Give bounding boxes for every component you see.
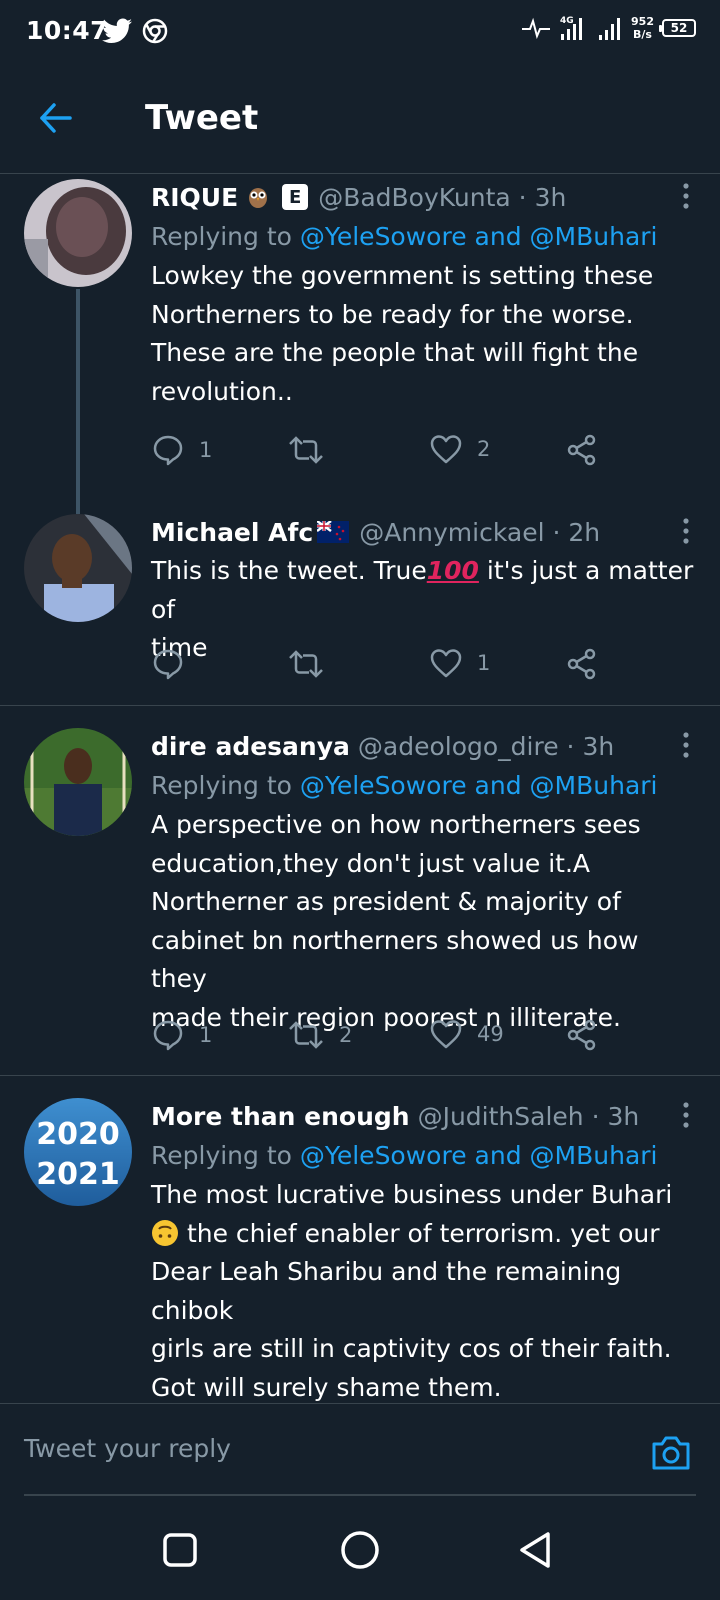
share-icon (567, 434, 596, 466)
mention-link[interactable]: @YeleSowore (300, 222, 467, 251)
display-name[interactable]: RIQUE (151, 183, 238, 212)
tweet-actions: 1 2 49 (151, 1018, 621, 1054)
display-name[interactable]: dire adesanya (151, 732, 350, 761)
mention-link[interactable]: @YeleSowore (300, 1141, 467, 1170)
avatar[interactable]: 2020 2021 (24, 1098, 132, 1206)
reply-composer: Tweet your reply (0, 1403, 720, 1498)
user-handle[interactable]: @BadBoyKunta (318, 183, 511, 212)
more-vert-icon[interactable] (674, 516, 698, 546)
arrow-left-icon[interactable] (38, 100, 74, 136)
tweet-time: 2h (568, 517, 601, 547)
like-button[interactable]: 2 (429, 433, 490, 465)
mention-link[interactable]: @MBuhari (530, 771, 658, 800)
more-vert-icon[interactable] (674, 730, 698, 760)
tweet-item[interactable]: Michael Afc @Annymickael · 2h This is th… (0, 510, 720, 706)
heart-icon (430, 435, 462, 464)
upside-down-face-emoji-icon (152, 1219, 178, 1246)
camera-icon[interactable] (650, 1434, 692, 1472)
recent-apps-icon[interactable] (158, 1528, 202, 1572)
signal-bars-icon (599, 18, 621, 40)
replying-to: Replying to @YeleSowore and @MBuhari (151, 1141, 658, 1170)
tweet-actions: 1 2 (151, 433, 621, 469)
share-icon (567, 1019, 596, 1051)
reply-button[interactable] (151, 647, 199, 681)
status-time: 10:47 (26, 16, 109, 45)
display-name[interactable]: More than enough (151, 1102, 410, 1131)
retweet-button[interactable] (287, 647, 339, 681)
net-speed: 952 B/s (631, 15, 654, 41)
share-button[interactable] (565, 433, 599, 467)
retweet-icon (289, 650, 323, 678)
mention-link[interactable]: @MBuhari (530, 222, 658, 251)
user-handle[interactable]: @Annymickael (359, 518, 544, 547)
svg-text:2020: 2020 (36, 1117, 120, 1152)
reply-icon (153, 1020, 183, 1051)
tweet-item[interactable]: dire adesanya @adeologo_dire · 3h Replyi… (0, 706, 720, 1076)
replying-to: Replying to @YeleSowore and @MBuhari (151, 222, 658, 251)
tweet-time: 3h (534, 182, 567, 212)
retweet-icon (289, 436, 323, 464)
page-title: Tweet (145, 98, 259, 138)
chrome-icon (142, 18, 168, 44)
reply-input[interactable]: Tweet your reply (24, 1434, 231, 1463)
reply-icon (153, 649, 183, 680)
home-icon[interactable] (338, 1528, 382, 1572)
thread-connector (76, 289, 80, 514)
share-button[interactable] (565, 647, 599, 681)
tweet-item[interactable]: 2020 2021 More than enough @JudithSaleh ·… (0, 1076, 720, 1403)
svg-text:2021: 2021 (36, 1157, 120, 1192)
avatar[interactable] (24, 179, 132, 287)
reply-icon (153, 435, 183, 466)
new-zealand-flag-icon (317, 521, 350, 543)
tweet-actions: 1 (151, 647, 621, 683)
avatar[interactable] (24, 728, 132, 836)
tweet-text: Lowkey the government is setting these N… (151, 261, 654, 406)
svg-text:4G: 4G (560, 16, 574, 26)
tweet-item[interactable]: RIQUE E @BadBoyKunta · 3h Replying to @Y… (0, 175, 720, 514)
display-name[interactable]: Michael Afc (151, 518, 313, 547)
system-nav-bar (0, 1498, 720, 1600)
reply-button[interactable]: 1 (151, 433, 212, 467)
share-icon (567, 648, 596, 680)
tweet-thread[interactable]: RIQUE E @BadBoyKunta · 3h Replying to @Y… (0, 175, 720, 1403)
share-button[interactable] (565, 1018, 599, 1052)
user-handle[interactable]: @adeologo_dire (358, 732, 559, 761)
owl-emoji-icon (249, 188, 268, 208)
reply-input-underline (24, 1494, 696, 1496)
like-button[interactable]: 1 (429, 647, 490, 679)
battery-icon: 52 (659, 19, 696, 37)
user-handle[interactable]: @JudithSaleh (418, 1102, 584, 1131)
replying-to: Replying to @YeleSowore and @MBuhari (151, 771, 658, 800)
hundred-points-emoji: 100 (426, 556, 479, 585)
tweet-time: 3h (582, 731, 615, 761)
twitter-icon (102, 18, 132, 43)
more-vert-icon[interactable] (674, 1100, 698, 1130)
reply-button[interactable]: 1 (151, 1018, 212, 1052)
back-icon[interactable] (514, 1528, 558, 1572)
signal-4g-icon: 4G (560, 16, 583, 40)
retweet-button[interactable] (287, 433, 339, 467)
status-bar: 10:47 4G 952 B/s 52 (0, 0, 720, 64)
badge-e: E (282, 184, 309, 210)
retweet-button[interactable]: 2 (287, 1018, 352, 1052)
avatar[interactable] (24, 514, 132, 622)
tweet-text: The most lucrative business under Buhari… (151, 1180, 673, 1402)
mention-link[interactable]: @YeleSowore (300, 771, 467, 800)
tweet-time: 3h (607, 1101, 640, 1131)
like-button[interactable]: 49 (429, 1018, 504, 1050)
heart-icon (430, 649, 462, 678)
top-app-bar: Tweet (0, 64, 720, 174)
more-vert-icon[interactable] (674, 181, 698, 211)
mention-link[interactable]: @MBuhari (530, 1141, 658, 1170)
activity-icon (522, 17, 551, 39)
retweet-icon (289, 1021, 323, 1049)
heart-icon (430, 1020, 462, 1049)
tweet-text: A perspective on how northerners sees ed… (151, 810, 641, 1032)
